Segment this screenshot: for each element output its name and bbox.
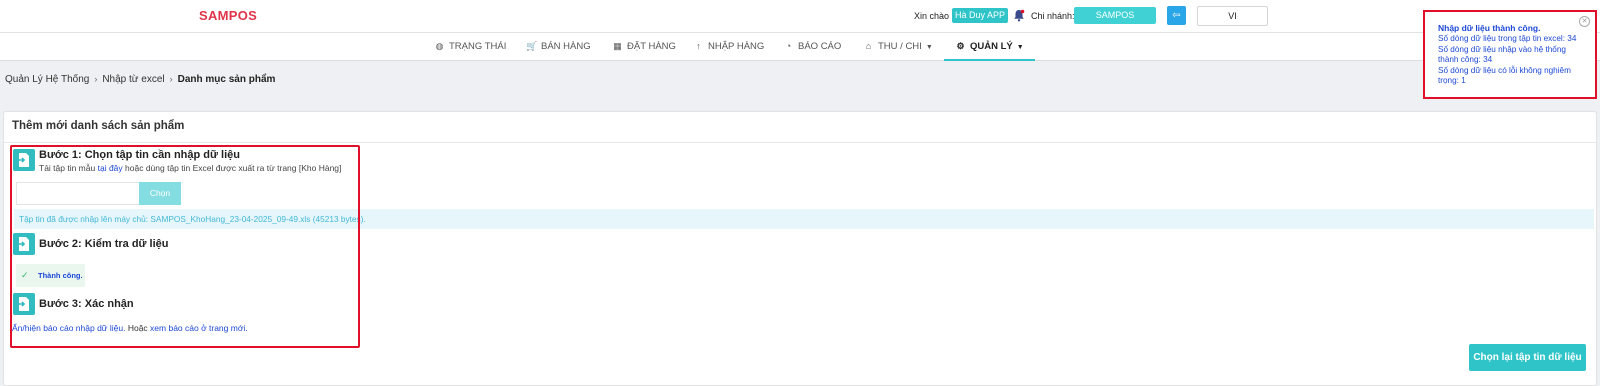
nav-item-dat-hang[interactable]: ▦ ĐẶT HÀNG bbox=[612, 33, 676, 61]
chevron-right-icon: › bbox=[169, 74, 173, 84]
branch-button[interactable]: SAMPOS bbox=[1074, 7, 1156, 24]
logout-icon: ⇦ bbox=[1172, 10, 1181, 21]
nav-label: NHẬP HÀNG bbox=[708, 41, 765, 52]
breadcrumb: Quản Lý Hệ Thống › Nhập từ excel › Danh mục … bbox=[5, 74, 275, 85]
nav-item-trang-thai[interactable]: ◍ TRẠNG THÁI bbox=[434, 33, 507, 61]
nav-item-nhap-hang[interactable]: ↑ NHẬP HÀNG bbox=[693, 33, 764, 61]
nav-item-quan-ly[interactable]: ⚙ QUẢN LÝ ▼ bbox=[944, 33, 1035, 61]
nav-label: ĐẶT HÀNG bbox=[627, 41, 676, 52]
gear-icon: ⚙ bbox=[956, 41, 965, 51]
divider bbox=[4, 142, 1596, 143]
user-name-badge[interactable]: Hà Duy APP bbox=[952, 8, 1009, 23]
nav-label: BÁN HÀNG bbox=[541, 41, 591, 52]
nav-label: QUẢN LÝ bbox=[970, 41, 1013, 52]
bell-icon[interactable] bbox=[1013, 9, 1025, 22]
branch-label: Chi nhánh: bbox=[1031, 11, 1075, 21]
palette-icon: ◍ bbox=[435, 41, 444, 51]
breadcrumb-item[interactable]: Nhập từ excel bbox=[102, 74, 164, 85]
nav-label: TRẠNG THÁI bbox=[449, 41, 507, 52]
card-title: Thêm mới danh sách sản phẩm bbox=[12, 120, 185, 132]
arrow-up-icon: ↑ bbox=[696, 41, 701, 51]
caret-down-icon: ▼ bbox=[1016, 44, 1024, 51]
nav-item-thu-chi[interactable]: ⌂ THU / CHI ▼ bbox=[863, 33, 933, 61]
toast-title: Nhập dữ liệu thành công. bbox=[1438, 23, 1541, 33]
cart-icon: 🛒 bbox=[526, 41, 538, 51]
success-toast: ✕ Nhập dữ liệu thành công. Số dòng dữ li… bbox=[1423, 10, 1597, 99]
logo[interactable]: SAMPOS bbox=[199, 8, 257, 23]
nav-item-bao-cao[interactable]: ◔ BÁO CÁO bbox=[783, 33, 842, 61]
greeting-label: Xin chào bbox=[914, 11, 950, 21]
top-bar: SAMPOS Xin chào Hà Duy APP Chi nhánh: SA… bbox=[0, 0, 1600, 33]
chevron-right-icon: › bbox=[94, 74, 98, 84]
toast-line: Số dòng dữ liệu có lỗi không nghiêm trọn… bbox=[1438, 65, 1571, 86]
breadcrumb-item[interactable]: Quản Lý Hệ Thống bbox=[5, 74, 89, 85]
bank-icon: ⌂ bbox=[865, 41, 872, 51]
pie-chart-icon: ◔ bbox=[785, 41, 792, 51]
logout-button[interactable]: ⇦ bbox=[1167, 6, 1186, 25]
nav-label: BÁO CÁO bbox=[798, 41, 842, 52]
steps-highlight-frame bbox=[10, 145, 360, 348]
caret-down-icon: ▼ bbox=[925, 44, 933, 51]
main-nav: ◍ TRẠNG THÁI 🛒 BÁN HÀNG ▦ ĐẶT HÀNG ↑ NHẬP HÀ… bbox=[0, 33, 1600, 61]
close-icon[interactable]: ✕ bbox=[1579, 16, 1590, 27]
toast-line: Số dòng dữ liệu nhập vào hệ thống thành … bbox=[1438, 44, 1566, 65]
reselect-file-button[interactable]: Chọn lại tập tin dữ liệu bbox=[1469, 344, 1586, 371]
nav-item-ban-hang[interactable]: 🛒 BÁN HÀNG bbox=[526, 33, 591, 61]
breadcrumb-current: Danh mục sản phẩm bbox=[177, 74, 276, 85]
nav-label: THU / CHI bbox=[878, 41, 922, 52]
language-selector[interactable]: VI bbox=[1197, 6, 1268, 26]
toast-line: Số dòng dữ liệu trong tập tin excel: 34 bbox=[1438, 34, 1577, 43]
calendar-icon: ▦ bbox=[613, 41, 622, 51]
